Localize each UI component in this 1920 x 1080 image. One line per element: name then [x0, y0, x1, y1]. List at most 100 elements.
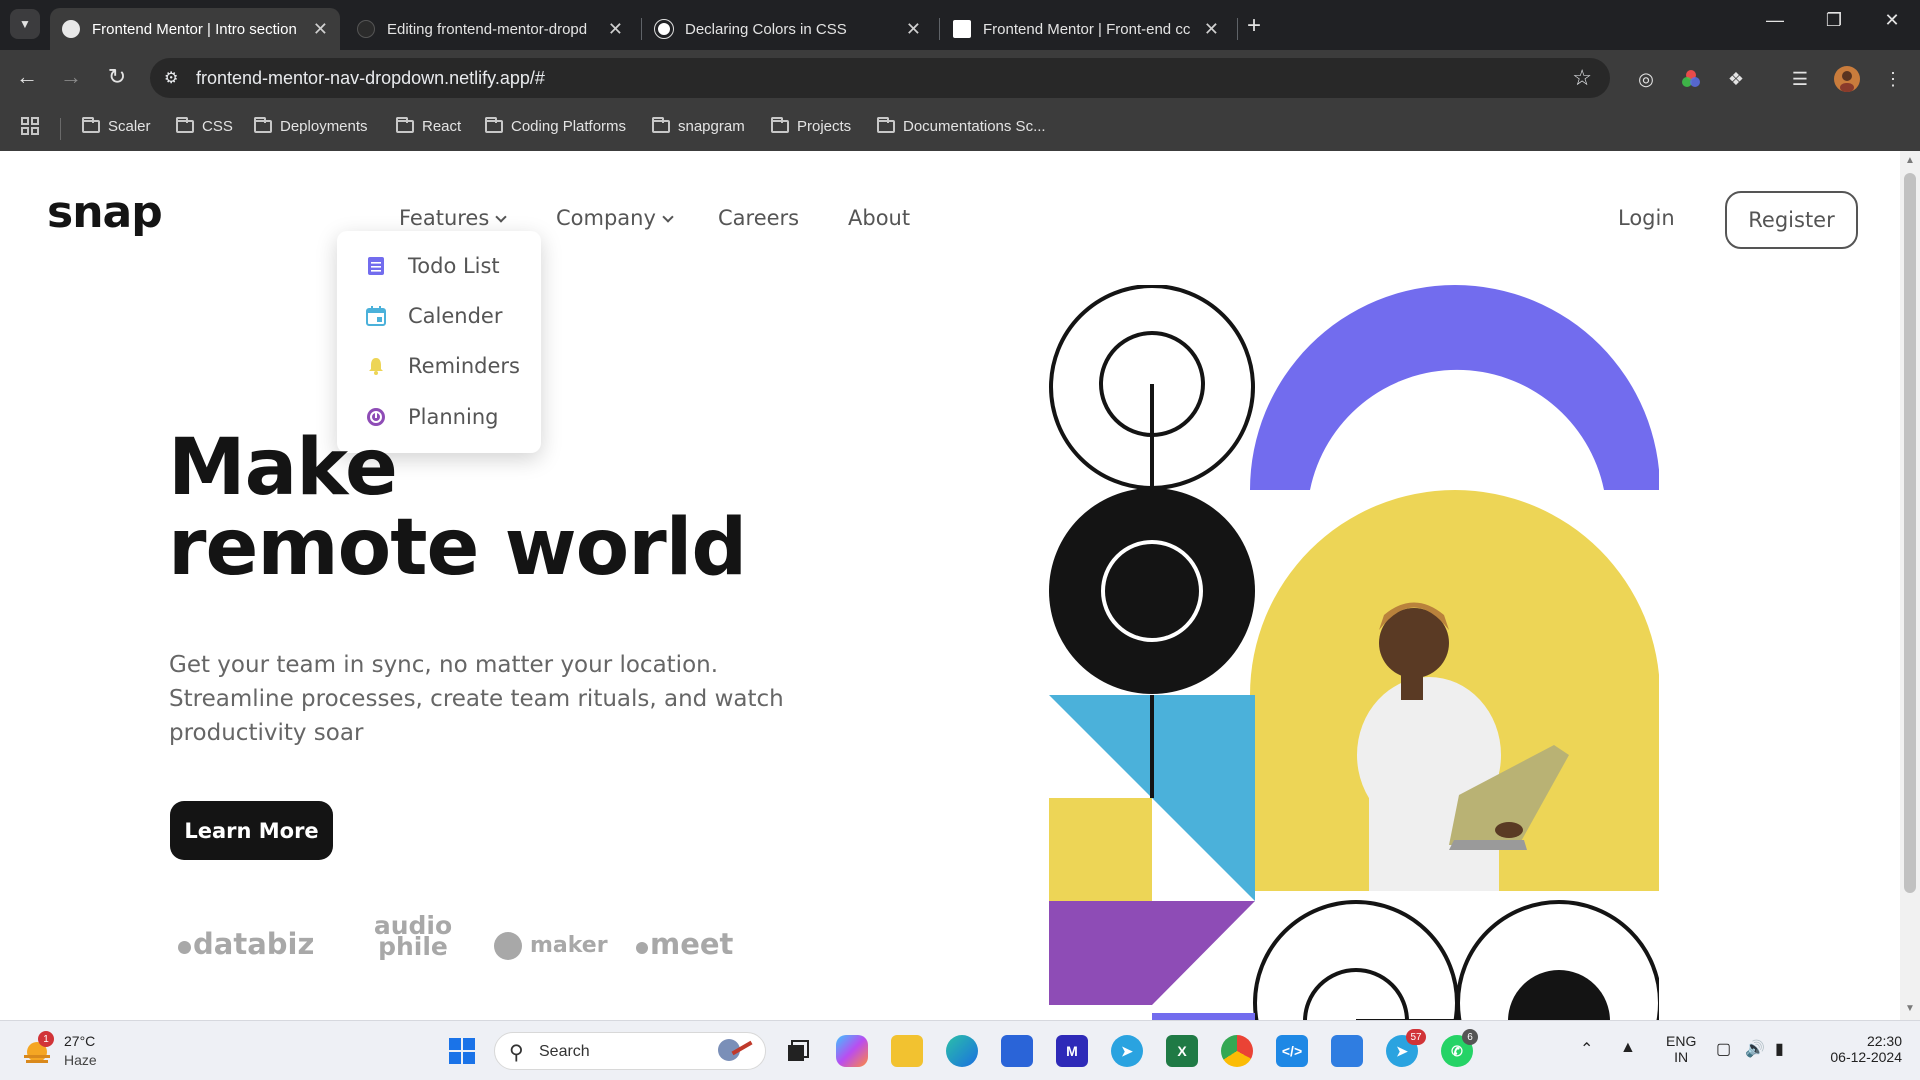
art-black-circle — [1049, 488, 1255, 694]
bookmark-coding-platforms[interactable]: Coding Platforms — [485, 117, 627, 135]
bookmark-label: Scaler — [108, 118, 151, 135]
client-name: maker — [530, 933, 608, 958]
art-bottom-inner-ring — [1303, 968, 1409, 1020]
apps-grid-icon[interactable] — [20, 116, 40, 136]
tab-title: Editing frontend-mentor-dropd — [387, 20, 588, 38]
microsoft-store-icon[interactable] — [1001, 1035, 1033, 1067]
snap-logo[interactable]: snap — [47, 187, 163, 238]
extension-target-icon[interactable]: ◎ — [1633, 66, 1659, 92]
back-arrow-icon[interactable]: ← — [12, 64, 42, 90]
scrollbar-thumb[interactable] — [1904, 173, 1916, 893]
extension-color-icon[interactable] — [1678, 66, 1704, 92]
language-indicator[interactable]: ENG IN — [1666, 1033, 1696, 1065]
bookmark-scaler[interactable]: Scaler — [82, 117, 151, 135]
bookmark-label: snapgram — [678, 118, 745, 135]
search-highlight-icon — [718, 1039, 753, 1061]
task-view-icon[interactable] — [782, 1035, 814, 1067]
client-logo-audiophile: audio phile — [373, 911, 453, 961]
folder-icon — [396, 117, 414, 133]
hero-illustration — [1049, 285, 1659, 1020]
excel-icon[interactable]: X — [1166, 1035, 1198, 1067]
nav-careers[interactable]: Careers — [718, 206, 799, 230]
url-text[interactable]: frontend-mentor-nav-dropdown.netlify.app… — [196, 68, 545, 89]
media-control-icon[interactable]: ☰ — [1787, 66, 1813, 92]
hero-title-line: remote world — [168, 503, 747, 593]
bookmark-star-icon[interactable]: ☆ — [1572, 65, 1592, 91]
client-name: databiz — [193, 927, 315, 961]
dropdown-item-calender[interactable]: Calender — [366, 304, 502, 328]
telegram-icon[interactable]: ➤ — [1111, 1035, 1143, 1067]
bookmark-projects[interactable]: Projects — [771, 117, 851, 135]
page-scrollbar[interactable]: ▲ ▼ — [1900, 151, 1920, 1020]
language-code: ENG — [1666, 1033, 1697, 1049]
folder-icon — [771, 117, 789, 133]
file-explorer-icon[interactable] — [891, 1035, 923, 1067]
tab-editing-repo[interactable]: Editing frontend-mentor-dropd ✕ — [345, 8, 635, 50]
forward-arrow-icon[interactable]: → — [56, 64, 86, 90]
tab-frontend-mentor-intro[interactable]: Frontend Mentor | Intro section ✕ — [50, 8, 340, 50]
meet-dots-icon — [636, 942, 648, 954]
bookmark-deployments[interactable]: Deployments — [254, 117, 368, 135]
nav-features[interactable]: Features — [399, 206, 507, 230]
whatsapp-unread-badge: 6 — [1462, 1029, 1478, 1045]
folder-icon — [485, 117, 503, 133]
bookmark-react[interactable]: React — [396, 117, 461, 135]
tab-divider — [1237, 18, 1238, 40]
nav-about[interactable]: About — [848, 206, 910, 230]
close-tab-icon[interactable]: ✕ — [303, 19, 328, 40]
close-window-icon[interactable]: ✕ — [1872, 10, 1912, 31]
learn-more-button[interactable]: Learn More — [170, 801, 333, 860]
nav-company[interactable]: Company — [556, 206, 674, 230]
bookmark-snapgram[interactable]: snapgram — [652, 117, 745, 135]
tab-frontend-mentor-challenges[interactable]: Frontend Mentor | Front-end cc ✕ — [941, 8, 1231, 50]
network-icon[interactable]: ▲ — [1620, 1039, 1636, 1057]
restore-window-icon[interactable]: ❐ — [1814, 10, 1854, 31]
edge-browser-icon[interactable] — [946, 1035, 978, 1067]
clock-date: 06-12-2024 — [1830, 1049, 1902, 1065]
tab-divider — [939, 18, 940, 40]
display-icon[interactable]: ▢ — [1716, 1039, 1731, 1059]
start-windows-icon[interactable] — [446, 1035, 478, 1067]
taskbar-search-box[interactable]: ⚲ Search — [494, 1032, 766, 1070]
tab-declaring-colors[interactable]: Declaring Colors in CSS ✕ — [643, 8, 933, 50]
hero-subtitle: Get your team in sync, no matter your lo… — [169, 652, 784, 746]
client-name: meet — [650, 927, 734, 961]
tab-search-button[interactable]: ▼ — [10, 9, 40, 39]
bookmark-css[interactable]: CSS — [176, 117, 233, 135]
profile-avatar[interactable] — [1834, 66, 1860, 92]
copilot-icon[interactable] — [836, 1035, 868, 1067]
vpn-app-icon[interactable]: M — [1056, 1035, 1088, 1067]
dropdown-item-todo-list[interactable]: Todo List — [366, 254, 500, 278]
bookmark-documentations[interactable]: Documentations Sc... — [877, 117, 1046, 135]
address-bar[interactable]: ⚙ frontend-mentor-nav-dropdown.netlify.a… — [150, 58, 1610, 98]
volume-icon[interactable]: 🔊 — [1745, 1039, 1765, 1059]
register-button[interactable]: Register — [1725, 191, 1858, 249]
bookmark-label: Coding Platforms — [511, 118, 627, 135]
scroll-up-icon[interactable]: ▲ — [1905, 155, 1915, 166]
browser-menu-icon[interactable]: ⋮ — [1880, 66, 1906, 92]
github-favicon-icon — [357, 20, 375, 38]
extensions-puzzle-icon[interactable]: ❖ — [1723, 66, 1749, 92]
close-tab-icon[interactable]: ✕ — [598, 19, 623, 40]
site-info-icon[interactable]: ⚙ — [164, 68, 178, 88]
battery-icon[interactable]: ▮ — [1775, 1039, 1784, 1059]
tab-strip: ▼ Frontend Mentor | Intro section ✕ Edit… — [0, 0, 1920, 50]
bookmarks-bar: Scaler CSS Deployments React Coding Plat… — [0, 106, 1920, 151]
photos-app-icon[interactable] — [1331, 1035, 1363, 1067]
vscode-icon[interactable]: </> — [1276, 1035, 1308, 1067]
new-tab-button[interactable]: + — [1247, 12, 1261, 40]
dropdown-item-reminders[interactable]: Reminders — [366, 354, 520, 378]
close-tab-icon[interactable]: ✕ — [896, 19, 921, 40]
reload-icon[interactable]: ↻ — [102, 64, 132, 90]
chrome-browser-icon[interactable] — [1221, 1035, 1253, 1067]
minimize-icon[interactable]: — — [1755, 10, 1795, 31]
login-link[interactable]: Login — [1618, 206, 1675, 230]
chevron-down-icon — [495, 211, 507, 223]
show-hidden-icons-chevron-icon[interactable]: ⌃ — [1580, 1039, 1593, 1059]
close-tab-icon[interactable]: ✕ — [1194, 19, 1219, 40]
frontend-mentor-favicon-icon — [62, 20, 80, 38]
art-bottom-dot — [1508, 970, 1610, 1020]
webpage-viewport: snap Features Company Careers About Logi… — [0, 151, 1900, 1020]
clock[interactable]: 22:30 06-12-2024 — [1816, 1033, 1902, 1065]
scroll-down-icon[interactable]: ▼ — [1905, 1003, 1915, 1014]
